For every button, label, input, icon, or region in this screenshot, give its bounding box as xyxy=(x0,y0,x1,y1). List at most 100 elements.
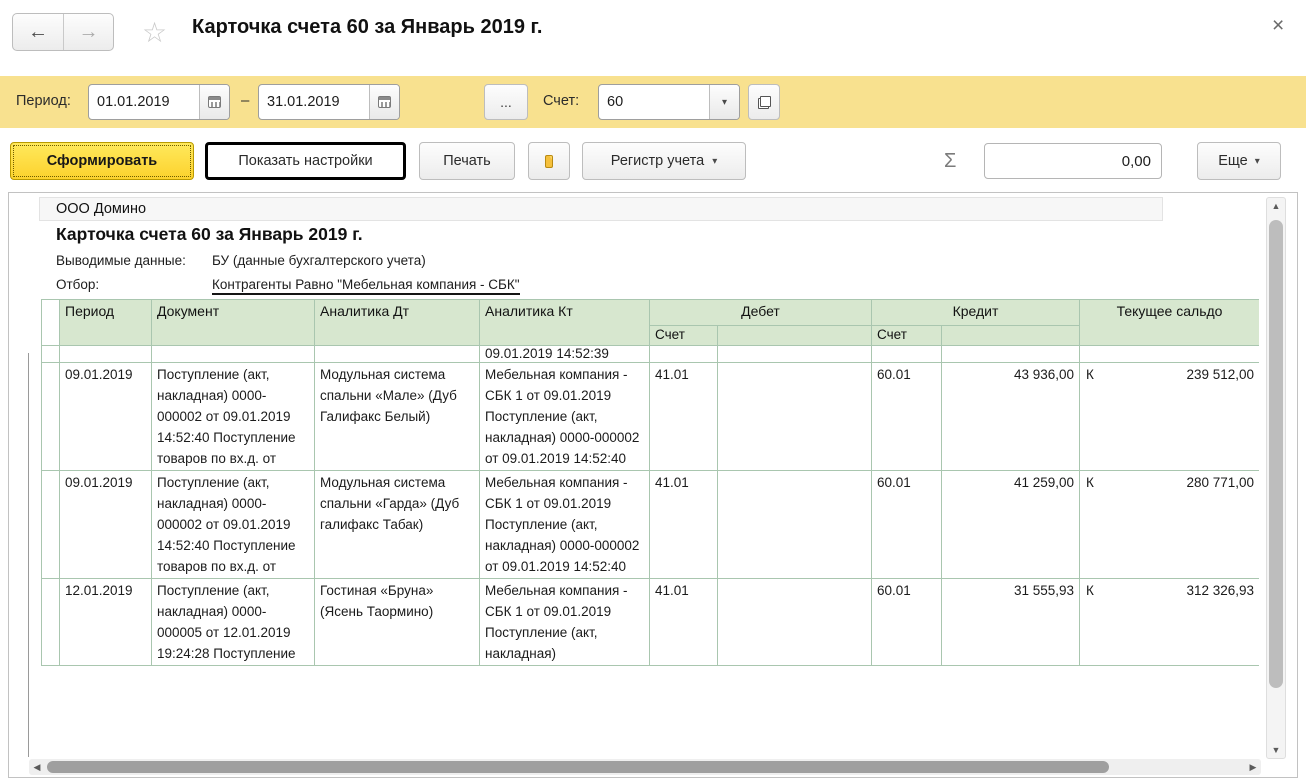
table-row[interactable]: 12.01.2019 Поступление (акт, накладная) … xyxy=(42,579,1260,666)
cell-debit-sum[interactable] xyxy=(718,363,872,471)
cell-debit-sum[interactable] xyxy=(718,346,872,363)
sum-sigma-icon: Σ xyxy=(944,150,956,173)
cell-credit-sum[interactable] xyxy=(942,346,1080,363)
report-title: Карточка счета 60 за Январь 2019 г. xyxy=(56,224,363,245)
cell-analytics-kt[interactable]: 09.01.2019 14:52:39 xyxy=(480,346,650,363)
report-toolbar: Сформировать Показать настройки Печать Р… xyxy=(0,128,1306,184)
cell-period[interactable]: 12.01.2019 xyxy=(60,579,152,666)
horizontal-scrollbar[interactable]: ◀ ▶ xyxy=(29,759,1261,775)
cell-balance[interactable]: К 280 771,00 xyxy=(1080,471,1259,579)
horizontal-scroll-thumb[interactable] xyxy=(47,761,1109,773)
col-header-credit[interactable]: Кредит xyxy=(872,300,1080,326)
forward-button[interactable]: → xyxy=(63,14,113,50)
back-arrow-icon: ← xyxy=(28,21,48,44)
col-header-document[interactable]: Документ xyxy=(152,300,315,346)
choose-period-button[interactable]: ... xyxy=(484,84,528,120)
period-label: Период: xyxy=(16,93,71,109)
cell-analytics-dt[interactable] xyxy=(315,346,480,363)
vertical-scrollbar[interactable]: ▲ ▼ xyxy=(1266,197,1286,759)
col-header-debit-sum[interactable] xyxy=(718,326,872,346)
col-header-credit-sum[interactable] xyxy=(942,326,1080,346)
account-input[interactable] xyxy=(599,85,709,119)
print-button[interactable]: Печать xyxy=(419,142,515,180)
filter-value-link[interactable]: Контрагенты Равно "Мебельная компания - … xyxy=(212,277,520,295)
cell-debit-sum[interactable] xyxy=(718,471,872,579)
account-dropdown-button[interactable]: ▾ xyxy=(709,85,739,119)
generate-button[interactable]: Сформировать xyxy=(10,142,194,180)
cell-credit-account[interactable] xyxy=(872,346,942,363)
report-data-line: Выводимые данные: БУ (данные бухгалтерск… xyxy=(56,253,426,268)
table-row[interactable]: 09.01.2019 Поступление (акт, накладная) … xyxy=(42,471,1260,579)
cell-analytics-dt[interactable]: Модульная система спальни «Мале» (Дуб Га… xyxy=(315,363,480,471)
scroll-right-icon[interactable]: ▶ xyxy=(1245,759,1261,775)
account-open-button[interactable] xyxy=(748,84,780,120)
col-header-analytics-dt[interactable]: Аналитика Дт xyxy=(315,300,480,346)
favorite-star-icon[interactable]: ☆ xyxy=(142,16,167,49)
cell-debit-account[interactable]: 41.01 xyxy=(650,579,718,666)
report-table-container: Период Документ Аналитика Дт Аналитика К… xyxy=(41,299,1259,757)
sum-input[interactable] xyxy=(985,144,1161,178)
period-to-input[interactable] xyxy=(259,85,369,119)
send-email-button[interactable] xyxy=(528,142,570,180)
filter-label: Отбор: xyxy=(56,277,212,295)
period-from-input[interactable] xyxy=(89,85,199,119)
cell-document[interactable]: Поступление (акт, накладная) 0000-000002… xyxy=(152,363,315,471)
col-header-debit[interactable]: Дебет xyxy=(650,300,872,326)
cell-credit-account[interactable]: 60.01 xyxy=(872,363,942,471)
table-row[interactable]: 09.01.2019 Поступление (акт, накладная) … xyxy=(42,363,1260,471)
cell-analytics-dt[interactable]: Гостиная «Бруна» (Ясень Таормино) xyxy=(315,579,480,666)
account-field: ▾ xyxy=(598,84,740,120)
cell-debit-account[interactable]: 41.01 xyxy=(650,363,718,471)
period-to-calendar-button[interactable] xyxy=(369,85,399,119)
cell-analytics-kt[interactable]: Мебельная компания - СБК 1 от 09.01.2019… xyxy=(480,471,650,579)
col-header-analytics-kt[interactable]: Аналитика Кт xyxy=(480,300,650,346)
back-button[interactable]: ← xyxy=(13,14,63,50)
nav-button-group: ← → xyxy=(12,13,114,51)
company-row-highlight[interactable] xyxy=(39,197,1163,221)
cell-document[interactable]: Поступление (акт, накладная) 0000-000002… xyxy=(152,471,315,579)
scroll-left-icon[interactable]: ◀ xyxy=(29,759,45,775)
cell-debit-account[interactable] xyxy=(650,346,718,363)
vertical-scroll-thumb[interactable] xyxy=(1269,220,1283,688)
cell-balance[interactable] xyxy=(1080,346,1259,363)
cell-analytics-kt[interactable]: Мебельная компания - СБК 1 от 09.01.2019… xyxy=(480,363,650,471)
cell-credit-sum[interactable]: 43 936,00 xyxy=(942,363,1080,471)
sum-field xyxy=(984,143,1162,179)
col-header-debit-account[interactable]: Счет xyxy=(650,326,718,346)
col-header-credit-account[interactable]: Счет xyxy=(872,326,942,346)
cell-document[interactable] xyxy=(152,346,315,363)
cell-debit-account[interactable]: 41.01 xyxy=(650,471,718,579)
cell-balance[interactable]: К 312 326,93 xyxy=(1080,579,1259,666)
cell-period[interactable] xyxy=(60,346,152,363)
balance-sign: К xyxy=(1086,364,1094,385)
more-menu-button[interactable]: Еще ▾ xyxy=(1197,142,1281,180)
cell-period[interactable]: 09.01.2019 xyxy=(60,471,152,579)
show-settings-button[interactable]: Показать настройки xyxy=(205,142,406,180)
row-grouping-line[interactable] xyxy=(28,353,29,757)
cell-credit-sum[interactable]: 31 555,93 xyxy=(942,579,1080,666)
report-area: ООО Домино Карточка счета 60 за Январь 2… xyxy=(8,192,1298,778)
period-from-field xyxy=(88,84,230,120)
cell-debit-sum[interactable] xyxy=(718,579,872,666)
cell-document[interactable]: Поступление (акт, накладная) 0000-000005… xyxy=(152,579,315,666)
table-row-clipped[interactable]: 09.01.2019 14:52:39 xyxy=(42,346,1260,363)
ellipsis-label: ... xyxy=(500,94,512,110)
report-filter-line: Отбор: Контрагенты Равно "Мебельная комп… xyxy=(56,277,520,295)
cell-analytics-dt[interactable]: Модульная система спальни «Гарда» (Дуб г… xyxy=(315,471,480,579)
cell-credit-account[interactable]: 60.01 xyxy=(872,471,942,579)
cell-credit-sum[interactable]: 41 259,00 xyxy=(942,471,1080,579)
calendar-icon xyxy=(378,96,391,108)
balance-value: 239 512,00 xyxy=(1085,364,1254,385)
close-icon[interactable]: × xyxy=(1272,14,1284,38)
scroll-up-icon[interactable]: ▲ xyxy=(1267,198,1285,214)
scroll-down-icon[interactable]: ▼ xyxy=(1267,742,1285,758)
cell-credit-account[interactable]: 60.01 xyxy=(872,579,942,666)
cell-analytics-kt[interactable]: Мебельная компания - СБК 1 от 09.01.2019… xyxy=(480,579,650,666)
gutter-header-cell xyxy=(42,300,60,346)
period-from-calendar-button[interactable] xyxy=(199,85,229,119)
cell-balance[interactable]: К 239 512,00 xyxy=(1080,363,1259,471)
register-menu-button[interactable]: Регистр учета ▾ xyxy=(582,142,746,180)
col-header-period[interactable]: Период xyxy=(60,300,152,346)
col-header-balance[interactable]: Текущее сальдо xyxy=(1080,300,1259,346)
cell-period[interactable]: 09.01.2019 xyxy=(60,363,152,471)
